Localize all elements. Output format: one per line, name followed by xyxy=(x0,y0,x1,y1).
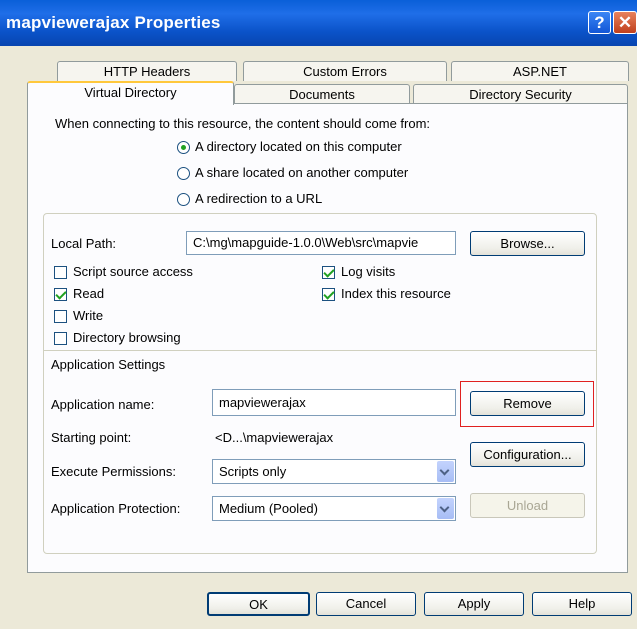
application-name-label: Application name: xyxy=(51,397,155,412)
radio-local-directory[interactable] xyxy=(177,141,190,154)
script-source-access-label: Script source access xyxy=(73,264,193,279)
unload-button[interactable]: Unload xyxy=(470,493,585,518)
title-bar[interactable]: mapviewerajax Properties ? ✕ xyxy=(0,0,637,46)
application-settings-heading: Application Settings xyxy=(51,357,166,372)
help-button[interactable]: Help xyxy=(532,592,632,616)
tab-asp-net[interactable]: ASP.NET xyxy=(451,61,629,81)
directory-browsing-label: Directory browsing xyxy=(73,330,181,345)
local-path-label: Local Path: xyxy=(51,236,117,251)
write-label: Write xyxy=(73,308,104,323)
radio-network-share-label: A share located on another computer xyxy=(195,165,409,180)
local-path-input[interactable]: C:\mg\mapguide-1.0.0\Web\src\mapvie xyxy=(186,231,456,255)
application-name-input[interactable]: mapviewerajax xyxy=(212,389,456,416)
tab-http-headers[interactable]: HTTP Headers xyxy=(57,61,237,81)
window-title: mapviewerajax Properties xyxy=(6,13,221,32)
remove-button[interactable]: Remove xyxy=(470,391,585,416)
ok-button[interactable]: OK xyxy=(207,592,310,616)
application-protection-select[interactable]: Medium (Pooled) xyxy=(212,496,456,521)
browse-button[interactable]: Browse... xyxy=(470,231,585,256)
read-checkbox[interactable] xyxy=(54,288,67,301)
help-icon[interactable]: ? xyxy=(588,11,611,34)
index-resource-label: Index this resource xyxy=(341,286,451,301)
tab-virtual-directory[interactable]: Virtual Directory xyxy=(27,81,234,105)
radio-network-share[interactable] xyxy=(177,167,190,180)
section-divider xyxy=(43,350,597,351)
configuration-button[interactable]: Configuration... xyxy=(470,442,585,467)
read-label: Read xyxy=(73,286,105,301)
index-resource-checkbox[interactable] xyxy=(322,288,335,301)
radio-local-directory-label: A directory located on this computer xyxy=(195,139,402,154)
execute-permissions-select[interactable]: Scripts only xyxy=(212,459,456,484)
chevron-down-icon[interactable] xyxy=(437,461,454,482)
execute-permissions-value: Scripts only xyxy=(219,464,287,479)
radio-url-redirection-label: A redirection to a URL xyxy=(195,191,323,206)
tab-documents[interactable]: Documents xyxy=(234,84,410,104)
application-protection-label: Application Protection: xyxy=(51,501,181,516)
script-source-access-checkbox[interactable] xyxy=(54,266,67,279)
apply-button[interactable]: Apply xyxy=(424,592,524,616)
log-visits-checkbox[interactable] xyxy=(322,266,335,279)
chevron-down-icon[interactable] xyxy=(437,498,454,519)
radio-url-redirection[interactable] xyxy=(177,193,190,206)
starting-point-label: Starting point: xyxy=(51,430,132,445)
tab-custom-errors[interactable]: Custom Errors xyxy=(243,61,447,81)
close-icon[interactable]: ✕ xyxy=(613,11,637,34)
execute-permissions-label: Execute Permissions: xyxy=(51,464,176,479)
log-visits-label: Log visits xyxy=(341,264,396,279)
starting-point-value: <D...\mapviewerajax xyxy=(215,430,334,445)
directory-browsing-checkbox[interactable] xyxy=(54,332,67,345)
cancel-button[interactable]: Cancel xyxy=(316,592,416,616)
application-protection-value: Medium (Pooled) xyxy=(219,501,318,516)
write-checkbox[interactable] xyxy=(54,310,67,323)
source-intro-text: When connecting to this resource, the co… xyxy=(55,116,431,131)
tab-directory-security[interactable]: Directory Security xyxy=(413,84,628,104)
